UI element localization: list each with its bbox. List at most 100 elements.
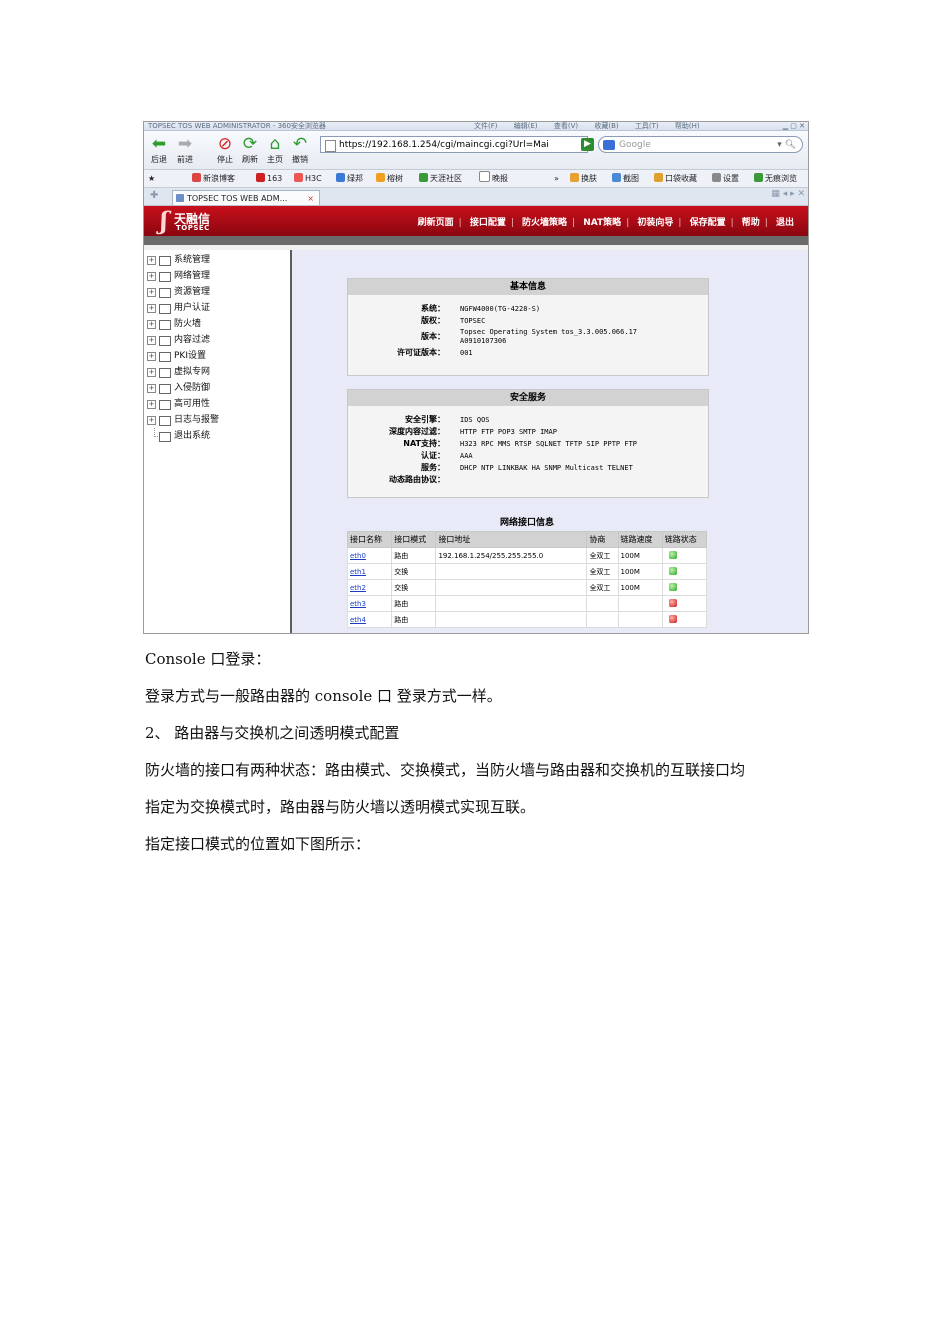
doc-heading-transparent: 2、 路由器与交换机之间透明模式配置: [145, 724, 400, 742]
stop-button[interactable]: ⊘ 停止: [212, 134, 238, 165]
fav-settings[interactable]: 设置: [712, 170, 739, 187]
favorites-bar: ★ 新浪博客 163 H3C 绿邦 榕树 天涯社区 晚报 » 换肤 截图 口袋收…: [144, 170, 808, 188]
info-row-system: 系统： NGFW4000(TG-4228-S): [421, 304, 541, 313]
security-service-title: 安全服务: [348, 390, 708, 406]
refresh-button[interactable]: ⟳ 刷新: [237, 134, 263, 165]
sidebar-item-vpn[interactable]: + 虚拟专网: [144, 364, 290, 380]
sidebar-item-pki[interactable]: + PKI设置: [144, 348, 290, 364]
sidebar-item-auth[interactable]: + 用户认证: [144, 300, 290, 316]
expand-icon[interactable]: +: [147, 400, 156, 409]
sidebar-item-network[interactable]: + 网络管理: [144, 268, 290, 284]
fav-screenshot[interactable]: 截图: [612, 170, 639, 187]
menu-file[interactable]: 文件(F): [474, 122, 498, 130]
expand-icon[interactable]: +: [147, 416, 156, 425]
more-favorites[interactable]: »: [554, 170, 559, 187]
header-divider: [144, 236, 808, 245]
home-button[interactable]: ⌂ 主页: [262, 134, 288, 165]
sidebar-item-firewall[interactable]: + 防火墙: [144, 316, 290, 332]
menu-tools[interactable]: 工具(T): [635, 122, 659, 130]
skin-icon: [570, 173, 579, 182]
tab-controls[interactable]: ▦ ◂ ▸ ✕: [771, 189, 805, 199]
go-button[interactable]: ▶: [581, 138, 594, 151]
fav-pocket[interactable]: 口袋收藏: [654, 170, 697, 187]
expand-icon[interactable]: +: [147, 288, 156, 297]
doc-paragraph-modes: 防火墙的接口有两种状态：路由模式、交换模式，当防火墙与路由器和交换机的互联接口均: [145, 761, 746, 779]
window-controls[interactable]: ▁ ▢ ✕: [783, 122, 805, 130]
fav-wanbao[interactable]: 晚报: [479, 170, 508, 187]
menu-edit[interactable]: 编辑(E): [514, 122, 538, 130]
expand-icon[interactable]: +: [147, 336, 156, 345]
star-icon[interactable]: ★: [148, 170, 155, 187]
sidebar-item-content-filter[interactable]: + 内容过滤: [144, 332, 290, 348]
search-icon[interactable]: ▾ 🔍︎: [777, 137, 796, 154]
fav-tianya[interactable]: 天涯社区: [419, 170, 462, 187]
menu-help-link[interactable]: 帮助: [742, 218, 760, 228]
sidebar-item-ha[interactable]: + 高可用性: [144, 396, 290, 412]
app-body: + 系统管理 + 网络管理 + 资源管理 + 用户认证 + 防火墙 + 内容过滤 + PKI设…: [144, 250, 808, 633]
interface-link[interactable]: eth4: [346, 611, 393, 628]
col-mode: 接口模式: [391, 531, 437, 548]
undo-button[interactable]: ↶ 撤销: [287, 134, 313, 165]
expand-icon[interactable]: +: [147, 272, 156, 281]
back-button[interactable]: ⬅ 后退: [146, 134, 172, 165]
menu-logout[interactable]: 退出: [776, 218, 794, 228]
expand-icon[interactable]: +: [147, 352, 156, 361]
menu-save-config[interactable]: 保存配置: [690, 218, 726, 228]
menu-firewall-policy[interactable]: 防火墙策略: [522, 218, 567, 228]
sidebar-item-system[interactable]: + 系统管理: [144, 252, 290, 268]
fav-h3c[interactable]: H3C: [294, 170, 322, 187]
fav-private[interactable]: 无痕浏览: [754, 170, 797, 187]
new-tab-icon[interactable]: ✚: [150, 190, 158, 201]
page-icon: [325, 140, 336, 152]
service-row-dpi: 深度内容过滤： HTTP FTP POP3 SMTP IMAP: [389, 427, 557, 436]
tab-close-icon[interactable]: ×: [307, 191, 314, 206]
fav-163[interactable]: 163: [256, 170, 282, 187]
expand-icon[interactable]: +: [147, 320, 156, 329]
col-address: 接口地址: [435, 531, 588, 548]
tab-topsec[interactable]: TOPSEC TOS WEB ADM... ×: [172, 190, 320, 205]
sidebar-item-log[interactable]: + 日志与报警: [144, 412, 290, 428]
menu-help[interactable]: 帮助(H): [675, 122, 700, 130]
search-box[interactable]: Google ▾ 🔍︎: [598, 136, 803, 153]
sidebar-item-resource[interactable]: + 资源管理: [144, 284, 290, 300]
fav-skin[interactable]: 换肤: [570, 170, 597, 187]
forward-button[interactable]: ➡ 前进: [172, 134, 198, 165]
service-row-engine: 安全引擎： IDS QOS: [405, 415, 490, 424]
folder-icon: [159, 432, 171, 442]
sidebar-item-exit[interactable]: 退出系统: [144, 428, 290, 444]
interface-link[interactable]: eth1: [346, 563, 393, 580]
fav-rongshu[interactable]: 榕树: [376, 170, 403, 187]
search-placeholder: Google: [619, 140, 651, 150]
sidebar-item-ips[interactable]: + 入侵防御: [144, 380, 290, 396]
163-icon: [256, 173, 265, 182]
address-bar[interactable]: https://192.168.1.254/cgi/maincgi.cgi?Ur…: [320, 136, 588, 153]
menu-favorites[interactable]: 收藏(B): [594, 122, 618, 130]
expand-icon[interactable]: +: [147, 384, 156, 393]
service-row-services: 服务： DHCP NTP LINKBAK HA SNMP Multicast TE…: [421, 463, 633, 472]
interface-link[interactable]: eth3: [346, 595, 393, 612]
menu-view[interactable]: 查看(V): [554, 122, 578, 130]
address-url: https://192.168.1.254/cgi/maincgi.cgi?Ur…: [339, 140, 549, 150]
fav-sina-blog[interactable]: 新浪博客: [192, 170, 235, 187]
table-row: eth0 路由 192.168.1.254/255.255.255.0 全双工 …: [346, 547, 708, 564]
table-row: eth4 路由: [346, 611, 708, 628]
doc-paragraph-figure-ref: 指定接口模式的位置如下图所示：: [145, 835, 371, 853]
menu-refresh-page[interactable]: 刷新页面: [418, 218, 454, 228]
menu-interface-config[interactable]: 接口配置: [470, 218, 506, 228]
link-down-icon: [668, 599, 677, 607]
interface-link[interactable]: eth2: [346, 579, 393, 596]
settings-icon: [712, 173, 721, 182]
expand-icon[interactable]: +: [147, 256, 156, 265]
expand-icon[interactable]: +: [147, 304, 156, 313]
sidebar-tree: + 系统管理 + 网络管理 + 资源管理 + 用户认证 + 防火墙 + 内容过滤 + PKI设…: [144, 250, 292, 633]
back-arrow-icon: ⬅: [151, 134, 167, 154]
interface-link[interactable]: eth0: [346, 547, 393, 564]
expand-icon[interactable]: +: [147, 368, 156, 377]
menu-setup-wizard[interactable]: 初装向导: [637, 218, 673, 228]
fav-lvbang[interactable]: 绿邦: [336, 170, 363, 187]
logo-mark-icon: ʃ: [160, 206, 168, 235]
net-interface-table: 接口名称 接口模式 接口地址 协商 链路速度 链路状态 eth0 路由 192.…: [346, 531, 708, 628]
basic-info-panel: 基本信息 系统： NGFW4000(TG-4228-S) 版权： TOPSEC 版本…: [347, 278, 709, 376]
menu-nat-policy[interactable]: NAT策略: [583, 218, 621, 228]
private-icon: [754, 173, 763, 182]
